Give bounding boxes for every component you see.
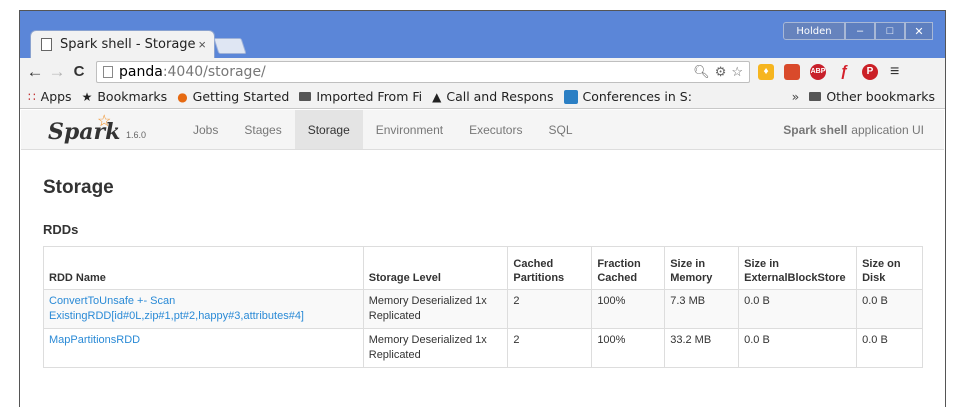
reload-icon[interactable]: C [68, 63, 90, 80]
column-header[interactable]: Size in ExternalBlockStore [738, 246, 858, 290]
tab-storage[interactable]: Storage [294, 110, 363, 149]
table-cell: 100% [591, 328, 666, 368]
bookmark-getting-started[interactable]: ● Getting Started [177, 89, 289, 104]
browser-tab-active[interactable]: Spark shell - Storage × [30, 30, 215, 58]
bookmark-bookmarks[interactable]: ★ Bookmarks [82, 89, 168, 104]
pinterest-icon[interactable]: P [862, 63, 878, 80]
apps-grid-icon: ∷ [28, 89, 36, 104]
rdd-name-link[interactable]: MapPartitionsRDD [49, 334, 140, 346]
adblock-icon[interactable]: ABP [810, 63, 826, 80]
page-title: Storage [43, 177, 114, 198]
bookmark-apps[interactable]: ∷ Apps [28, 89, 72, 104]
firefox-icon: ● [177, 89, 188, 104]
bookmark-call-and-response[interactable]: ▲ Call and Respons [432, 89, 553, 104]
column-header[interactable]: Cached Partitions [507, 246, 593, 290]
table-row: ConvertToUnsafe +- Scan ExistingRDD[id#0… [43, 289, 923, 329]
column-header[interactable]: Size on Disk [856, 246, 923, 290]
app-name: Spark shell application UI [783, 110, 924, 149]
table-cell: Memory Deserialized 1x Replicated [362, 328, 509, 368]
table-cell: 2 [507, 289, 593, 329]
bookmark-conferences[interactable]: Conferences in S: [563, 89, 692, 104]
extension-toolbar: ♦ ABP ƒ P ≡ [758, 63, 899, 81]
address-bar[interactable]: panda:4040/storage/ 🔍︎ ⚙ ☆ [96, 60, 750, 83]
trello-icon [563, 89, 578, 104]
rdd-name-link[interactable]: ConvertToUnsafe +- Scan ExistingRDD[id#0… [49, 295, 304, 322]
column-header[interactable]: Size in Memory [664, 246, 740, 290]
page-icon [41, 38, 52, 51]
rdd-name-cell: ConvertToUnsafe +- Scan ExistingRDD[id#0… [43, 289, 364, 329]
table-row: MapPartitionsRDD Memory Deserialized 1x … [43, 328, 923, 368]
app-name-bold: Spark shell [783, 122, 848, 137]
rdd-table: RDD Name Storage Level Cached Partitions… [43, 246, 923, 368]
table-cell: Memory Deserialized 1x Replicated [362, 289, 509, 329]
folder-icon [809, 92, 822, 101]
spark-logo[interactable]: Spark ☆ 1.6.0 [21, 110, 180, 149]
tab-executors[interactable]: Executors [456, 110, 535, 149]
bookmarks-overflow-chevron[interactable]: » [792, 89, 800, 104]
column-header[interactable]: Fraction Cached [591, 246, 666, 290]
triangle-icon: ▲ [432, 89, 442, 104]
bookmarks-bar: ∷ Apps ★ Bookmarks ● Getting Started Import… [20, 85, 945, 109]
tab-sql[interactable]: SQL [535, 110, 585, 149]
zoom-icon[interactable]: 🔍︎ [693, 64, 710, 80]
tab-jobs[interactable]: Jobs [180, 110, 231, 149]
url-host: panda [119, 63, 163, 80]
forward-arrow-icon[interactable]: → [46, 62, 68, 82]
star-icon: ★ [81, 89, 93, 104]
browser-toolbar: ← → C panda:4040/storage/ 🔍︎ ⚙ ☆ ♦ ABP ƒ… [20, 58, 945, 85]
tab-title: Spark shell - Storage [60, 37, 196, 52]
table-cell: 0.0 B [856, 289, 923, 329]
chrome-menu-icon[interactable]: ≡ [890, 63, 899, 81]
table-cell: 0.0 B [738, 328, 858, 368]
new-tab-button[interactable] [213, 38, 247, 54]
script-extension-icon[interactable]: ƒ [836, 63, 852, 80]
gift-extension-icon[interactable]: ♦ [758, 63, 774, 80]
table-cell: 2 [507, 328, 593, 368]
bookmark-imported[interactable]: Imported From Fi [299, 89, 422, 104]
spark-navbar: Spark ☆ 1.6.0 Jobs Stages Storage Enviro… [21, 110, 944, 150]
url-path: :4040/storage/ [162, 63, 266, 80]
table-header-row: RDD Name Storage Level Cached Partitions… [43, 246, 923, 290]
table-cell: 7.3 MB [664, 289, 740, 329]
tab-close-icon[interactable]: × [198, 37, 206, 52]
profile-button[interactable]: Holden [783, 22, 845, 40]
back-arrow-icon[interactable]: ← [24, 62, 46, 82]
column-header[interactable]: RDD Name [43, 246, 364, 290]
page-info-icon[interactable] [103, 65, 113, 78]
close-window-button[interactable]: ✕ [905, 22, 933, 40]
omnibox-icons: 🔍︎ ⚙ ☆ [693, 64, 743, 80]
window-controls: Holden – □ ✕ [783, 22, 933, 40]
extension-icon[interactable]: ⚙ [715, 64, 727, 80]
minimize-button[interactable]: – [845, 22, 875, 40]
table-cell: 100% [591, 289, 666, 329]
book-extension-icon[interactable] [784, 63, 800, 80]
section-title: RDDs [43, 222, 79, 237]
folder-icon [299, 92, 312, 101]
tab-stages[interactable]: Stages [231, 110, 294, 149]
column-header[interactable]: Storage Level [362, 246, 509, 290]
bookmark-star-icon[interactable]: ☆ [731, 64, 743, 80]
table-cell: 0.0 B [738, 289, 858, 329]
tab-environment[interactable]: Environment [363, 110, 456, 149]
maximize-button[interactable]: □ [875, 22, 905, 40]
app-name-suffix: application UI [851, 122, 924, 137]
main-content: Storage RDDs RDD Name Storage Level Cach… [21, 151, 944, 407]
spark-version: 1.6.0 [126, 130, 147, 140]
table-cell: 0.0 B [856, 328, 923, 368]
spark-star-icon: ☆ [97, 113, 112, 130]
table-cell: 33.2 MB [664, 328, 740, 368]
bookmark-other[interactable]: Other bookmarks [809, 89, 935, 104]
rdd-name-cell: MapPartitionsRDD [43, 328, 364, 368]
